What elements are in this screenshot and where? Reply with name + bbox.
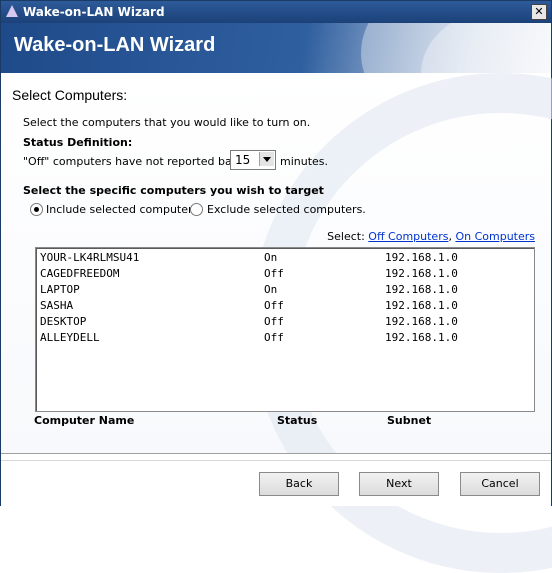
computer-name: SASHA: [40, 299, 74, 312]
computer-status: Off: [264, 331, 284, 344]
computer-subnet: 192.168.1.0: [385, 331, 458, 344]
list-item[interactable]: YOUR-LK4RLMSU41 On 192.168.1.0: [40, 251, 520, 267]
select-off-computers-link[interactable]: Off Computers: [368, 230, 448, 243]
computer-list[interactable]: YOUR-LK4RLMSU41 On 192.168.1.0 CAGEDFREE…: [35, 247, 535, 412]
select-prefix: Select:: [327, 230, 365, 243]
computer-status: Off: [264, 299, 284, 312]
computer-status: On: [264, 283, 278, 296]
exclude-radio-label[interactable]: Exclude selected computers.: [207, 203, 366, 216]
wizard-window: Wake-on-LAN Wizard ✕ Wake-on-LAN Wizard …: [0, 0, 552, 573]
window-title: Wake-on-LAN Wizard: [23, 5, 165, 19]
computer-subnet: 192.168.1.0: [385, 283, 458, 296]
wizard-content: Select Computers: Select the computers t…: [1, 73, 552, 573]
computer-subnet: 192.168.1.0: [385, 299, 458, 312]
column-header-status[interactable]: Status: [277, 414, 317, 427]
computer-status: Off: [264, 267, 284, 280]
wizard-banner: Wake-on-LAN Wizard: [1, 23, 551, 73]
wizard-footer: Back Next Cancel: [1, 453, 551, 506]
minutes-value: 15: [235, 153, 251, 167]
column-header-name[interactable]: Computer Name: [34, 414, 134, 427]
computer-name: DESKTOP: [40, 315, 87, 328]
select-links: Select: Off Computers, On Computers: [327, 230, 535, 243]
select-separator: ,: [448, 230, 452, 243]
computer-name: ALLEYDELL: [40, 331, 100, 344]
close-icon[interactable]: ✕: [531, 4, 547, 20]
back-button[interactable]: Back: [259, 472, 339, 496]
banner-heading: Wake-on-LAN Wizard: [14, 34, 216, 56]
computer-status: On: [264, 251, 278, 264]
list-item[interactable]: ALLEYDELL Off 192.168.1.0: [40, 331, 520, 347]
offline-definition-text: "Off" computers have not reported back i…: [23, 155, 258, 168]
next-button[interactable]: Next: [359, 472, 439, 496]
column-header-subnet[interactable]: Subnet: [387, 414, 431, 427]
computer-name: YOUR-LK4RLMSU41: [40, 251, 140, 264]
app-icon: [6, 5, 18, 17]
include-radio-label[interactable]: Include selected computers.: [46, 203, 202, 216]
target-title: Select the specific computers you wish t…: [23, 184, 324, 197]
computer-name: LAPTOP: [40, 283, 80, 296]
chevron-down-icon[interactable]: [259, 152, 274, 166]
computer-subnet: 192.168.1.0: [385, 315, 458, 328]
minutes-label: minutes.: [280, 155, 329, 168]
cancel-button[interactable]: Cancel: [460, 472, 540, 496]
include-radio[interactable]: [30, 203, 43, 216]
list-item[interactable]: DESKTOP Off 192.168.1.0: [40, 315, 520, 331]
exclude-radio[interactable]: [190, 203, 203, 216]
computer-status: Off: [264, 315, 284, 328]
list-item[interactable]: LAPTOP On 192.168.1.0: [40, 283, 520, 299]
computer-name: CAGEDFREEDOM: [40, 267, 120, 280]
instruction-text: Select the computers that you would like…: [23, 116, 311, 129]
select-on-computers-link[interactable]: On Computers: [455, 230, 535, 243]
section-title: Select Computers:: [12, 87, 128, 103]
minutes-dropdown[interactable]: 15: [230, 150, 276, 170]
list-item[interactable]: SASHA Off 192.168.1.0: [40, 299, 520, 315]
computer-subnet: 192.168.1.0: [385, 251, 458, 264]
list-item[interactable]: CAGEDFREEDOM Off 192.168.1.0: [40, 267, 520, 283]
computer-subnet: 192.168.1.0: [385, 267, 458, 280]
title-bar[interactable]: Wake-on-LAN Wizard ✕: [1, 1, 551, 23]
status-definition-label: Status Definition:: [23, 136, 133, 149]
